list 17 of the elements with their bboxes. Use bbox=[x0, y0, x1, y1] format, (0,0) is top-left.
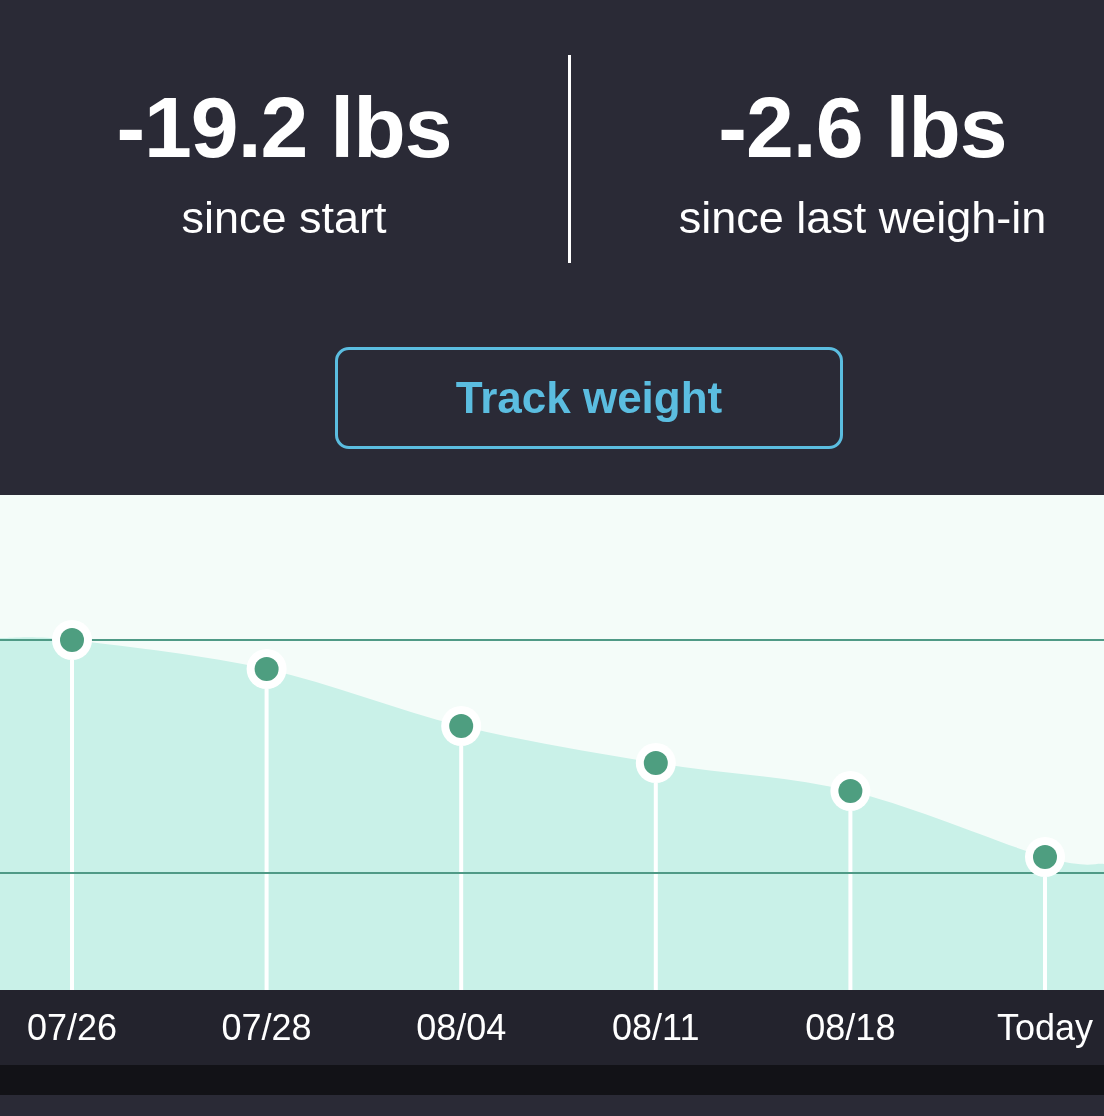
date-label: 08/18 bbox=[805, 1007, 896, 1048]
date-label: 08/11 bbox=[612, 1007, 700, 1048]
data-point bbox=[635, 743, 676, 783]
track-weight-button[interactable]: Track weight bbox=[335, 347, 843, 449]
date-label: 07/28 bbox=[221, 1007, 312, 1048]
data-point bbox=[52, 620, 92, 660]
date-label: 08/04 bbox=[416, 1007, 507, 1048]
data-point bbox=[1025, 837, 1065, 877]
data-point bbox=[830, 771, 871, 811]
stat-caption: since start bbox=[181, 195, 387, 240]
stat-value: -2.6 lbs bbox=[718, 84, 1007, 170]
date-label: Today bbox=[996, 1007, 1093, 1048]
stat-caption: since last weigh-in bbox=[678, 195, 1047, 240]
data-point bbox=[441, 706, 482, 746]
date-label: 07/26 bbox=[26, 1007, 118, 1048]
data-point bbox=[246, 649, 287, 689]
stat-value: -19.2 lbs bbox=[116, 84, 452, 170]
